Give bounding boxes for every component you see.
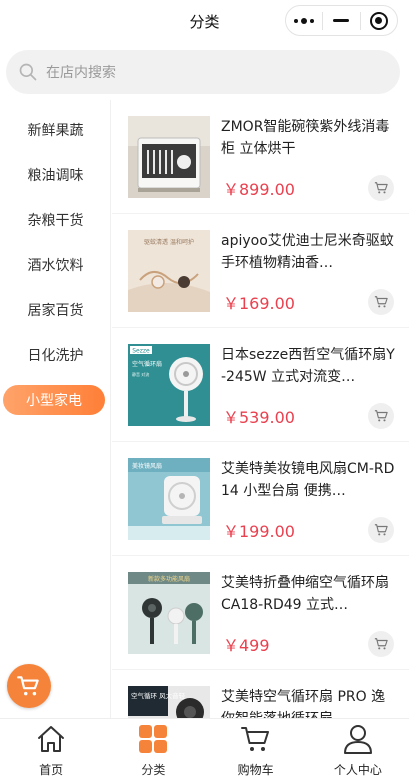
product-name: 艾美特空气循环扇 PRO 逸你智能落地循环扇… (221, 689, 386, 720)
sidebar-item-household[interactable]: 居家百货 (0, 295, 111, 325)
minimize-button[interactable] (323, 6, 359, 35)
bottom-tab-bar: 首页 分类 购物车 个人中心 (0, 718, 409, 778)
category-sidebar: 新鲜果蔬 粮油调味 杂粮干货 酒水饮料 居家百货 日化洗护 小型家电 (0, 100, 111, 720)
tab-cart[interactable]: 购物车 (205, 719, 307, 778)
more-button[interactable] (286, 6, 322, 35)
product-item[interactable]: 空气循环 风大音轻 艾美特空气循环扇 PRO 逸你智能落地循环扇… (112, 670, 409, 720)
svg-text:美妆镜风扇: 美妆镜风扇 (132, 462, 162, 470)
tab-label: 分类 (141, 763, 166, 777)
product-image: 空气循环 风大音轻 (128, 686, 210, 720)
category-icon (139, 725, 168, 753)
sidebar-item-drinks[interactable]: 酒水饮料 (0, 250, 111, 280)
cart-icon (374, 182, 388, 194)
add-to-cart-button[interactable] (368, 517, 394, 543)
sidebar-item-personal-care[interactable]: 日化洗护 (0, 340, 111, 370)
cart-icon (374, 638, 388, 650)
tab-label: 个人中心 (333, 763, 382, 777)
add-to-cart-button[interactable] (368, 631, 394, 657)
search-icon (19, 63, 37, 81)
user-icon (343, 725, 372, 754)
product-image: 美妆镜风扇 (128, 458, 210, 540)
product-price: ￥539.00 (223, 408, 295, 427)
svg-text:空气循环扇: 空气循环扇 (132, 360, 162, 368)
tab-category[interactable]: 分类 (102, 719, 204, 778)
product-image: Sezze 空气循环扇 静音 对流 (128, 344, 210, 426)
svg-text:空气循环 风大音轻: 空气循环 风大音轻 (131, 691, 186, 700)
product-item[interactable]: 美妆镜风扇 艾美特美妆镜电风扇CM-RD14 小型台扇 便携… ￥199.00 (112, 442, 409, 556)
product-name: apiyoo艾优迪士尼米奇驱蚊手环植物精油香… (221, 233, 394, 271)
mini-program-capsule (285, 5, 398, 36)
product-item[interactable]: ZMOR智能碗筷紫外线消毒柜 立体烘干 ￥899.00 (112, 100, 409, 214)
product-name: 艾美特折叠伸缩空气循环扇CA18-RD49 立式… (221, 575, 389, 613)
svg-text:Sezze: Sezze (132, 348, 150, 355)
floating-cart-button[interactable] (7, 664, 51, 708)
more-dots-icon (294, 17, 315, 24)
product-name: 日本sezze西哲空气循环扇Y-245W 立式对流变… (221, 347, 395, 385)
cart-icon (374, 296, 388, 308)
tab-profile[interactable]: 个人中心 (307, 719, 409, 778)
product-item[interactable]: 新款多功能风扇 艾美特折叠伸缩空气循环扇CA18-RD49 立式… ￥499 (112, 556, 409, 670)
add-to-cart-button[interactable] (368, 289, 394, 315)
product-item[interactable]: 驱蚊清透 温和呵护 apiyoo艾优迪士尼米奇驱蚊手环植物精油香… ￥169.0… (112, 214, 409, 328)
minus-icon (333, 19, 350, 22)
product-price: ￥499 (223, 636, 270, 655)
close-button[interactable] (361, 6, 397, 35)
top-bar: 分类 (0, 0, 409, 42)
sidebar-item-dry-goods[interactable]: 杂粮干货 (0, 205, 111, 235)
svg-text:新款多功能风扇: 新款多功能风扇 (148, 575, 190, 583)
svg-text:驱蚊清透 温和呵护: 驱蚊清透 温和呵护 (144, 238, 194, 246)
target-icon (369, 11, 388, 30)
product-image: 驱蚊清透 温和呵护 (128, 230, 210, 312)
product-image: 新款多功能风扇 (128, 572, 210, 654)
search-input[interactable]: 在店内搜索 (6, 50, 400, 94)
product-list: ZMOR智能碗筷紫外线消毒柜 立体烘干 ￥899.00 驱蚊清透 温和呵护 ap… (112, 100, 409, 720)
product-price: ￥199.00 (223, 522, 295, 541)
svg-text:静音 对流: 静音 对流 (132, 371, 149, 377)
product-price: ￥169.00 (223, 294, 295, 313)
product-image (128, 116, 210, 198)
cart-icon (374, 524, 388, 536)
sidebar-item-small-appliances[interactable]: 小型家电 (3, 385, 105, 415)
search-placeholder: 在店内搜索 (46, 65, 116, 81)
tab-label: 首页 (39, 763, 64, 777)
tab-label: 购物车 (237, 763, 274, 777)
cart-icon (374, 410, 388, 422)
home-icon (38, 726, 65, 752)
product-name: 艾美特美妆镜电风扇CM-RD14 小型台扇 便携… (221, 461, 395, 499)
product-name: ZMOR智能碗筷紫外线消毒柜 立体烘干 (221, 119, 390, 157)
tab-home[interactable]: 首页 (0, 719, 102, 778)
product-item[interactable]: Sezze 空气循环扇 静音 对流 日本sezze西哲空气循环扇Y-245W 立… (112, 328, 409, 442)
cart-icon (240, 727, 269, 751)
product-price: ￥899.00 (223, 180, 295, 199)
sidebar-item-grain-oil[interactable]: 粮油调味 (0, 160, 111, 190)
sidebar-item-fresh[interactable]: 新鲜果蔬 (0, 115, 111, 145)
cart-icon (17, 676, 39, 696)
add-to-cart-button[interactable] (368, 403, 394, 429)
add-to-cart-button[interactable] (368, 175, 394, 201)
